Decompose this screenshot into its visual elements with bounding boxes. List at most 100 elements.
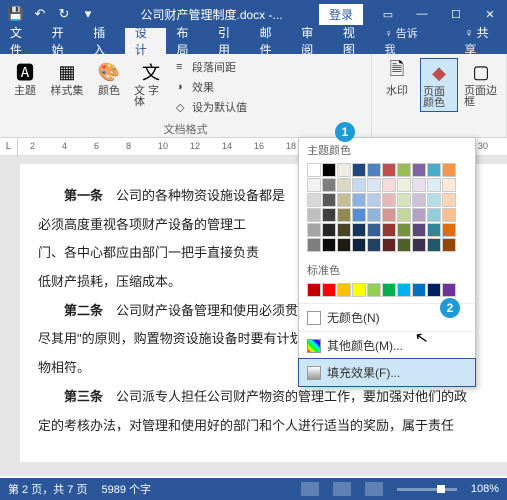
color-swatch[interactable]	[367, 208, 381, 222]
color-swatch[interactable]	[322, 283, 336, 297]
page-border-button[interactable]: ▢页面边框	[462, 58, 500, 110]
minimize-icon[interactable]: —	[405, 0, 439, 28]
color-swatch[interactable]	[322, 208, 336, 222]
tab-references[interactable]: 引用	[208, 28, 250, 54]
color-swatch[interactable]	[412, 208, 426, 222]
zoom-level[interactable]: 108%	[471, 483, 499, 495]
color-swatch[interactable]	[367, 193, 381, 207]
color-swatch[interactable]	[367, 178, 381, 192]
color-swatch[interactable]	[427, 178, 441, 192]
web-layout-icon[interactable]	[365, 482, 383, 496]
color-swatch[interactable]	[352, 223, 366, 237]
color-swatch[interactable]	[397, 163, 411, 177]
color-swatch[interactable]	[427, 163, 441, 177]
color-swatch[interactable]	[412, 223, 426, 237]
color-swatch[interactable]	[337, 163, 351, 177]
color-swatch[interactable]	[352, 163, 366, 177]
color-swatch[interactable]	[337, 238, 351, 252]
color-swatch[interactable]	[397, 283, 411, 297]
color-swatch[interactable]	[442, 223, 456, 237]
color-swatch[interactable]	[382, 163, 396, 177]
color-swatch[interactable]	[412, 238, 426, 252]
color-swatch[interactable]	[412, 193, 426, 207]
fonts-button[interactable]: 文文 字体	[132, 58, 170, 110]
tab-layout[interactable]: 布局	[166, 28, 208, 54]
color-swatch[interactable]	[382, 193, 396, 207]
color-swatch[interactable]	[397, 238, 411, 252]
redo-icon[interactable]: ↻	[56, 6, 72, 22]
fill-effects-item[interactable]: 填充效果(F)...	[298, 358, 476, 387]
color-swatch[interactable]	[367, 283, 381, 297]
color-swatch[interactable]	[442, 178, 456, 192]
color-swatch[interactable]	[322, 163, 336, 177]
color-swatch[interactable]	[367, 163, 381, 177]
page-color-button[interactable]: ◆页面颜色	[420, 58, 458, 112]
color-swatch[interactable]	[337, 208, 351, 222]
color-swatch[interactable]	[412, 163, 426, 177]
color-swatch[interactable]	[337, 223, 351, 237]
login-button[interactable]: 登录	[319, 4, 363, 25]
read-mode-icon[interactable]	[301, 482, 319, 496]
color-swatch[interactable]	[382, 238, 396, 252]
undo-icon[interactable]: ↶	[32, 6, 48, 22]
color-swatch[interactable]	[352, 238, 366, 252]
color-swatch[interactable]	[442, 283, 456, 297]
color-swatch[interactable]	[307, 283, 321, 297]
tab-selector[interactable]: L	[0, 138, 18, 156]
color-swatch[interactable]	[427, 223, 441, 237]
color-swatch[interactable]	[307, 208, 321, 222]
color-swatch[interactable]	[322, 193, 336, 207]
zoom-slider[interactable]	[397, 488, 457, 491]
page-indicator[interactable]: 第 2 页，共 7 页	[8, 481, 87, 497]
themes-button[interactable]: 🅰主题	[6, 58, 44, 99]
color-swatch[interactable]	[322, 238, 336, 252]
more-colors-item[interactable]: 其他颜色(M)...	[299, 331, 475, 359]
colors-button[interactable]: 🎨颜色	[90, 58, 128, 99]
color-swatch[interactable]	[352, 193, 366, 207]
color-swatch[interactable]	[307, 223, 321, 237]
color-swatch[interactable]	[442, 208, 456, 222]
color-swatch[interactable]	[322, 223, 336, 237]
word-count[interactable]: 5989 个字	[101, 481, 151, 497]
color-swatch[interactable]	[412, 283, 426, 297]
color-swatch[interactable]	[382, 223, 396, 237]
tab-file[interactable]: 文件	[0, 28, 42, 54]
color-swatch[interactable]	[322, 178, 336, 192]
color-swatch[interactable]	[352, 208, 366, 222]
color-swatch[interactable]	[352, 178, 366, 192]
color-swatch[interactable]	[367, 223, 381, 237]
color-swatch[interactable]	[337, 283, 351, 297]
color-swatch[interactable]	[337, 178, 351, 192]
color-swatch[interactable]	[307, 238, 321, 252]
color-swatch[interactable]	[427, 238, 441, 252]
effects-button[interactable]: ◑效果	[174, 78, 249, 96]
tab-view[interactable]: 视图	[333, 28, 375, 54]
color-swatch[interactable]	[427, 208, 441, 222]
color-swatch[interactable]	[382, 283, 396, 297]
watermark-button[interactable]: 🗎水印	[378, 58, 416, 99]
tab-review[interactable]: 审阅	[291, 28, 333, 54]
color-swatch[interactable]	[367, 238, 381, 252]
color-swatch[interactable]	[442, 163, 456, 177]
color-swatch[interactable]	[337, 193, 351, 207]
share-button[interactable]: ♀ 共享	[454, 28, 507, 54]
tab-mailings[interactable]: 邮件	[250, 28, 292, 54]
tab-design[interactable]: 设计	[125, 28, 167, 54]
color-swatch[interactable]	[307, 193, 321, 207]
tab-insert[interactable]: 插入	[83, 28, 125, 54]
color-swatch[interactable]	[382, 178, 396, 192]
color-swatch[interactable]	[442, 238, 456, 252]
color-swatch[interactable]	[397, 193, 411, 207]
tab-home[interactable]: 开始	[42, 28, 84, 54]
color-swatch[interactable]	[307, 178, 321, 192]
set-default-button[interactable]: ◇设为默认值	[174, 98, 249, 116]
color-swatch[interactable]	[352, 283, 366, 297]
color-swatch[interactable]	[382, 208, 396, 222]
color-swatch[interactable]	[442, 193, 456, 207]
print-layout-icon[interactable]	[333, 482, 351, 496]
tell-me[interactable]: ♀ 告诉我	[374, 28, 434, 54]
color-swatch[interactable]	[427, 193, 441, 207]
color-swatch[interactable]	[397, 178, 411, 192]
paragraph-spacing-button[interactable]: ≡段落间距	[174, 58, 249, 76]
color-swatch[interactable]	[427, 283, 441, 297]
